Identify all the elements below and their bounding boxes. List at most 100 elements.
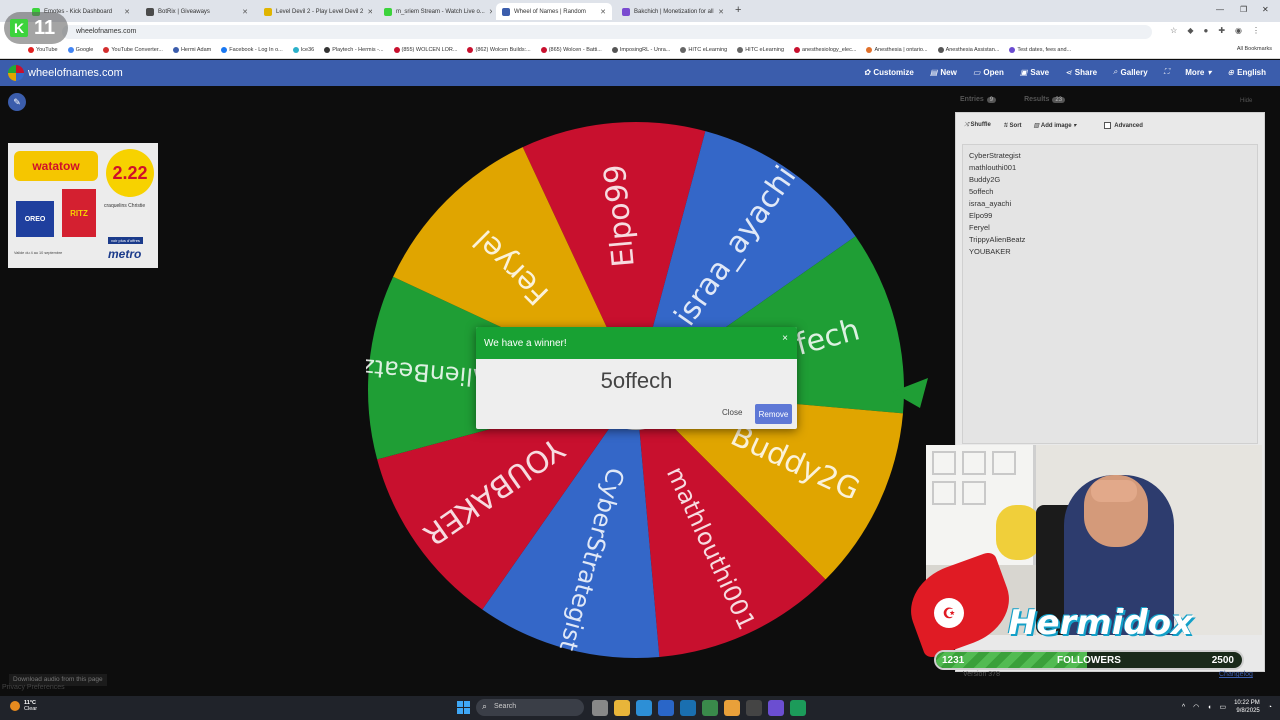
address-bar-row: wheelofnames.com ☆ ◆ ● ✚ ◉ ⋮ xyxy=(0,22,1280,41)
changelog-link[interactable]: Changelog xyxy=(1219,671,1253,678)
discord-icon[interactable] xyxy=(768,700,784,716)
advanced-toggle[interactable]: Advanced xyxy=(1104,122,1143,129)
nav-more[interactable]: More ▾ xyxy=(1185,67,1211,77)
close-button[interactable]: Close xyxy=(722,408,742,417)
bookmark-item[interactable]: Anesthesia Assistan... xyxy=(937,46,999,53)
app-icon[interactable] xyxy=(702,700,718,716)
bookmark-item[interactable]: (855) WOLCEN LOR... xyxy=(393,46,457,53)
tab-stream[interactable]: m_sriem Stream - Watch Live o... ✕ xyxy=(378,3,492,20)
start-button[interactable] xyxy=(457,701,470,714)
chevron-up-icon[interactable]: ^ xyxy=(1182,704,1185,711)
extensions-puzzle-icon[interactable]: ✚ xyxy=(1218,26,1225,35)
new-tab-button[interactable]: + xyxy=(735,4,741,16)
shelf-cube xyxy=(932,451,956,475)
file-explorer-icon[interactable] xyxy=(614,700,630,716)
close-icon[interactable]: ✕ xyxy=(238,8,248,16)
bookmark-item[interactable]: Facebook - Log In o... xyxy=(221,46,283,53)
store-icon[interactable] xyxy=(658,700,674,716)
sort-button[interactable]: ⇅ Sort xyxy=(1003,122,1022,129)
close-icon[interactable]: ✕ xyxy=(714,8,724,16)
bookmark-item[interactable]: YouTube Converter... xyxy=(103,46,163,53)
edge-icon[interactable] xyxy=(636,700,652,716)
add-image-button[interactable]: ▨ Add image ▾ xyxy=(1034,122,1077,129)
bookmark-favicon-icon xyxy=(540,46,547,53)
hide-link[interactable]: Hide xyxy=(1240,98,1252,104)
bookmark-item[interactable]: HITC eLearning xyxy=(737,46,785,53)
nav-save[interactable]: ▣ Save xyxy=(1020,67,1049,77)
bookmark-item[interactable]: YouTube xyxy=(28,46,58,53)
nav-share[interactable]: ⋖ Share xyxy=(1065,67,1097,77)
extension-icon[interactable]: ◆ xyxy=(1187,26,1193,35)
bookmark-item[interactable]: Playtech - Hermis -... xyxy=(324,46,384,53)
close-window-icon[interactable]: ✕ xyxy=(1262,5,1269,14)
folder-icon: ▭ xyxy=(972,67,981,77)
nav-customize[interactable]: ✿ Customize xyxy=(864,67,914,77)
task-view-icon[interactable] xyxy=(592,700,608,716)
bookmark-star-icon[interactable]: ☆ xyxy=(1170,26,1177,35)
close-icon[interactable]: ✕ xyxy=(120,8,130,16)
bookmark-item[interactable]: Google xyxy=(67,46,93,53)
bookmark-favicon-icon xyxy=(937,46,944,53)
outlook-icon[interactable] xyxy=(680,700,696,716)
address-bar[interactable]: wheelofnames.com xyxy=(62,25,1152,39)
tab-wheel-of-names[interactable]: Wheel of Names | Random ✕ xyxy=(496,3,612,20)
all-bookmarks-link[interactable]: All Bookmarks xyxy=(1237,46,1272,52)
edit-pencil-button[interactable]: ✎ xyxy=(8,93,26,111)
close-icon[interactable]: ✕ xyxy=(596,8,606,16)
bookmark-item[interactable]: ImposingRL - Unra... xyxy=(611,46,670,53)
tab-bakchich[interactable]: Bakchich | Monetization for all ✕ xyxy=(616,3,730,20)
nav-gallery[interactable]: ⌕ Gallery xyxy=(1113,67,1148,77)
bookmark-label: Test dates, fees and... xyxy=(1017,46,1072,53)
bookmark-item[interactable]: Test dates, fees and... xyxy=(1009,46,1072,53)
advanced-checkbox[interactable] xyxy=(1104,122,1112,129)
tab-entries[interactable]: Entries 9 xyxy=(960,96,997,103)
bookmark-favicon-icon xyxy=(221,46,228,53)
taskbar-search[interactable]: Search xyxy=(476,699,584,716)
clock[interactable]: 10:22 PM 9/8/2025 xyxy=(1234,699,1260,715)
image-icon: ▨ xyxy=(1033,123,1040,129)
remove-button[interactable]: Remove xyxy=(755,404,792,424)
mic-icon[interactable]: ● xyxy=(1203,26,1208,35)
tab-botrix[interactable]: BotRix | Giveaways ✕ xyxy=(140,3,254,20)
followers-label: FOLLOWERS xyxy=(1057,655,1121,666)
bookmark-label: HITC eLearning xyxy=(745,46,785,53)
bookmark-item[interactable]: HITC eLearning xyxy=(680,46,727,53)
tab-results[interactable]: Results 23 xyxy=(1024,96,1066,103)
dialog-close-icon[interactable]: × xyxy=(782,333,788,344)
nav-fullscreen[interactable]: ⛶ xyxy=(1164,67,1170,77)
wifi-icon[interactable]: ◠ xyxy=(1193,703,1199,711)
minimize-icon[interactable]: — xyxy=(1216,5,1224,14)
bookmark-item[interactable]: anesthesiology_elec... xyxy=(794,46,856,53)
bookmark-item[interactable]: Ice36 xyxy=(292,46,314,53)
bookmark-item[interactable]: Anesthesia | ontario... xyxy=(866,46,928,53)
nav-open[interactable]: ▭ Open xyxy=(973,67,1004,77)
bookmark-item[interactable]: Hermi Adam xyxy=(172,46,211,53)
github-icon[interactable] xyxy=(746,700,762,716)
sort-icon: ⇅ xyxy=(1002,123,1008,129)
menu-dots-icon[interactable]: ⋮ xyxy=(1252,26,1260,35)
site-logo[interactable]: wheelofnames.com xyxy=(8,65,123,81)
restore-icon[interactable]: ❐ xyxy=(1240,5,1247,14)
shelf-cube xyxy=(962,481,986,505)
speaker-icon[interactable]: ◖ xyxy=(1207,704,1211,711)
followers-current: 1231 xyxy=(942,655,965,666)
bookmark-item[interactable]: (865) Wolcen - Batti... xyxy=(540,46,602,53)
nav-new[interactable]: ▤ New xyxy=(930,67,957,77)
system-tray: ^ ◠ ◖ ▭ 10:22 PM 9/8/2025 ◔ xyxy=(1182,699,1272,715)
site-header: wheelofnames.com ✿ Customize ▤ New ▭ Open ▣… xyxy=(0,60,1280,86)
close-icon[interactable]: ✕ xyxy=(485,8,492,16)
close-icon[interactable]: ✕ xyxy=(363,8,372,16)
entries-textarea[interactable]: CyberStrategist mathlouthi001 Buddy2G 5offe… xyxy=(962,144,1258,444)
notes-icon[interactable] xyxy=(790,700,806,716)
tab-level-devil[interactable]: Level Devil 2 - Play Level Devil 2 ✕ xyxy=(258,3,372,20)
privacy-preferences-link[interactable]: Privacy Preferences xyxy=(2,684,65,691)
chrome-icon[interactable] xyxy=(724,700,740,716)
notification-bell-icon[interactable]: ◔ xyxy=(1268,704,1272,711)
advertisement[interactable]: watatow 2.22 OREO RITZ craquelins Christ… xyxy=(8,143,158,268)
shuffle-button[interactable]: ⤨ Shuffle xyxy=(964,122,991,129)
battery-icon[interactable]: ▭ xyxy=(1219,703,1226,711)
bookmark-item[interactable]: (862) Wolcen Builds:... xyxy=(467,46,531,53)
nav-language[interactable]: ⊕ English xyxy=(1227,67,1266,77)
profile-avatar[interactable]: ◉ xyxy=(1235,26,1242,35)
weather-widget[interactable]: 11°C Clear xyxy=(10,700,37,712)
